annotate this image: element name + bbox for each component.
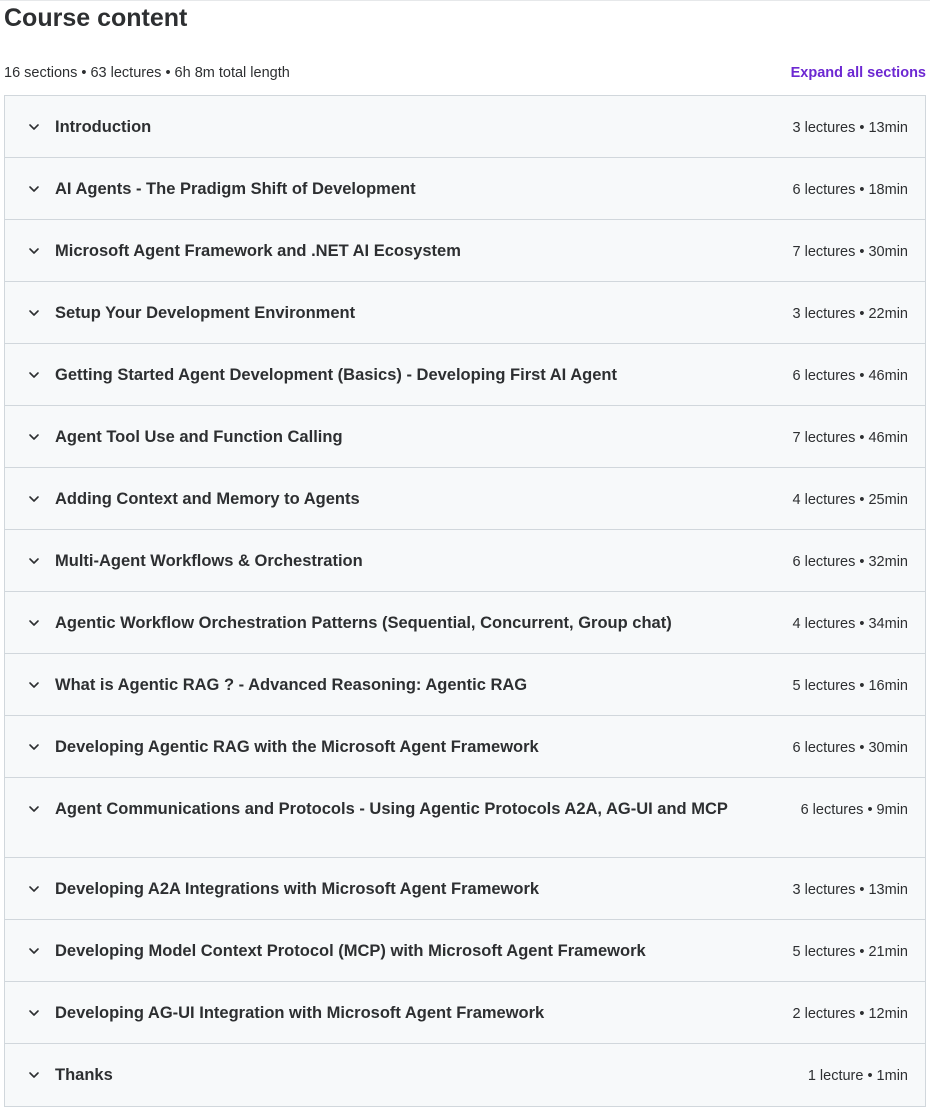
section-header[interactable]: Agent Tool Use and Function Calling 7 le… bbox=[5, 406, 925, 468]
section-lecture-count: 5 lectures • 21min bbox=[792, 944, 909, 960]
chevron-down-icon bbox=[27, 882, 41, 896]
course-summary-row: 16 sections • 63 lectures • 6h 8m total … bbox=[4, 62, 926, 84]
chevron-down-icon bbox=[27, 616, 41, 630]
section-title: Developing AG-UI Integration with Micros… bbox=[55, 1004, 545, 1022]
chevron-down-icon bbox=[27, 244, 41, 258]
section-title: Agent Communications and Protocols - Usi… bbox=[55, 800, 728, 818]
section-title: Introduction bbox=[55, 118, 152, 136]
section-title: Multi-Agent Workflows & Orchestration bbox=[55, 552, 363, 570]
section-lecture-count: 7 lectures • 46min bbox=[792, 430, 909, 446]
section-lecture-count: 4 lectures • 25min bbox=[792, 492, 909, 508]
section-header[interactable]: Setup Your Development Environment 3 lec… bbox=[5, 282, 925, 344]
section-lecture-count: 2 lectures • 12min bbox=[792, 1006, 909, 1022]
section-title: Getting Started Agent Development (Basic… bbox=[55, 366, 617, 384]
section-lecture-count: 3 lectures • 13min bbox=[792, 882, 909, 898]
chevron-down-icon bbox=[27, 492, 41, 506]
section-header[interactable]: Microsoft Agent Framework and .NET AI Ec… bbox=[5, 220, 925, 282]
section-title: Developing Model Context Protocol (MCP) … bbox=[55, 942, 646, 960]
section-lecture-count: 6 lectures • 18min bbox=[792, 182, 909, 198]
section-title: Thanks bbox=[55, 1066, 113, 1084]
section-title: Adding Context and Memory to Agents bbox=[55, 490, 360, 508]
section-title: What is Agentic RAG ? - Advanced Reasoni… bbox=[55, 676, 528, 694]
section-title: AI Agents - The Pradigm Shift of Develop… bbox=[55, 180, 416, 198]
section-header[interactable]: Agent Communications and Protocols - Usi… bbox=[5, 778, 925, 858]
section-header[interactable]: Getting Started Agent Development (Basic… bbox=[5, 344, 925, 406]
section-title: Agent Tool Use and Function Calling bbox=[55, 428, 343, 446]
section-lecture-count: 4 lectures • 34min bbox=[792, 616, 909, 632]
chevron-down-icon bbox=[27, 430, 41, 444]
section-title: Microsoft Agent Framework and .NET AI Ec… bbox=[55, 242, 461, 260]
expand-all-sections-button[interactable]: Expand all sections bbox=[791, 65, 926, 81]
section-header[interactable]: AI Agents - The Pradigm Shift of Develop… bbox=[5, 158, 925, 220]
chevron-down-icon bbox=[27, 1068, 41, 1082]
chevron-down-icon bbox=[27, 802, 41, 816]
section-header[interactable]: Developing A2A Integrations with Microso… bbox=[5, 858, 925, 920]
section-lecture-count: 6 lectures • 9min bbox=[800, 802, 908, 818]
course-summary: 16 sections • 63 lectures • 6h 8m total … bbox=[4, 65, 290, 81]
chevron-down-icon bbox=[27, 554, 41, 568]
section-header[interactable]: What is Agentic RAG ? - Advanced Reasoni… bbox=[5, 654, 925, 716]
curriculum-section-list: Introduction 3 lectures • 13min AI Agent… bbox=[4, 95, 926, 1107]
chevron-down-icon bbox=[27, 1006, 41, 1020]
chevron-down-icon bbox=[27, 120, 41, 134]
section-lecture-count: 7 lectures • 30min bbox=[792, 244, 909, 260]
section-title: Developing A2A Integrations with Microso… bbox=[55, 880, 540, 898]
section-lecture-count: 6 lectures • 46min bbox=[792, 368, 909, 384]
section-lecture-count: 6 lectures • 32min bbox=[792, 554, 909, 570]
section-header[interactable]: Multi-Agent Workflows & Orchestration 6 … bbox=[5, 530, 925, 592]
chevron-down-icon bbox=[27, 740, 41, 754]
section-lecture-count: 3 lectures • 13min bbox=[792, 120, 909, 136]
page-title: Course content bbox=[4, 4, 188, 32]
section-header[interactable]: Developing Agentic RAG with the Microsof… bbox=[5, 716, 925, 778]
section-lecture-count: 5 lectures • 16min bbox=[792, 678, 909, 694]
section-lecture-count: 1 lecture • 1min bbox=[807, 1068, 908, 1084]
section-header[interactable]: Agentic Workflow Orchestration Patterns … bbox=[5, 592, 925, 654]
section-lecture-count: 6 lectures • 30min bbox=[792, 740, 909, 756]
chevron-down-icon bbox=[27, 306, 41, 320]
section-header[interactable]: Introduction 3 lectures • 13min bbox=[5, 96, 925, 158]
section-header[interactable]: Developing AG-UI Integration with Micros… bbox=[5, 982, 925, 1044]
section-title: Setup Your Development Environment bbox=[55, 304, 356, 322]
section-header[interactable]: Thanks 1 lecture • 1min bbox=[5, 1044, 925, 1106]
chevron-down-icon bbox=[27, 182, 41, 196]
chevron-down-icon bbox=[27, 678, 41, 692]
section-lecture-count: 3 lectures • 22min bbox=[792, 306, 909, 322]
section-header[interactable]: Adding Context and Memory to Agents 4 le… bbox=[5, 468, 925, 530]
top-divider bbox=[0, 0, 930, 1]
section-title: Developing Agentic RAG with the Microsof… bbox=[55, 738, 539, 756]
chevron-down-icon bbox=[27, 944, 41, 958]
section-title: Agentic Workflow Orchestration Patterns … bbox=[55, 614, 672, 632]
chevron-down-icon bbox=[27, 368, 41, 382]
section-header[interactable]: Developing Model Context Protocol (MCP) … bbox=[5, 920, 925, 982]
